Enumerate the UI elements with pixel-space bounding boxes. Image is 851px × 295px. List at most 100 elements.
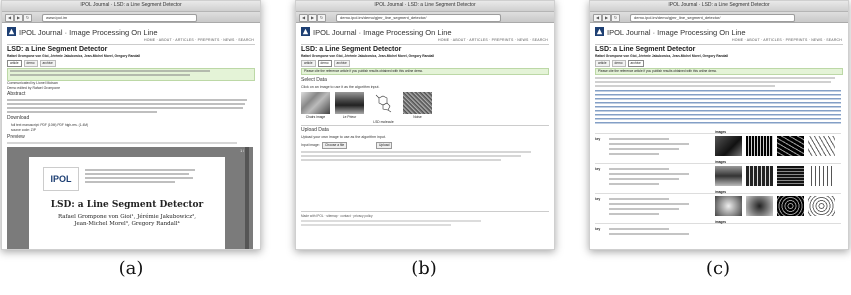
address-bar[interactable]: demo.ipol.im/demo/gjmr_line_segment_dete… <box>630 14 795 22</box>
abstract-line <box>7 107 243 109</box>
result-image[interactable] <box>808 196 835 216</box>
tab-demo[interactable]: demo <box>611 60 626 67</box>
address-bar[interactable]: demo.ipol.im/demo/gjmr_line_segment_dete… <box>336 14 501 22</box>
back-icon[interactable]: ◀ <box>299 14 308 22</box>
tab-article[interactable]: article <box>595 60 610 67</box>
thumb-lsd-molecule[interactable]: LSD molecule <box>369 92 398 124</box>
entry-line <box>609 178 679 180</box>
thumb-noise[interactable]: Noise <box>403 92 432 124</box>
archive-entry[interactable]: key images <box>595 220 841 249</box>
archive-info-line <box>595 85 775 87</box>
reload-icon[interactable]: ↻ <box>23 14 32 22</box>
address-bar[interactable]: www.ipol.im <box>42 14 197 22</box>
thumb-label: Le Prieur <box>342 115 357 119</box>
tab-demo[interactable]: demo <box>23 60 38 67</box>
result-image[interactable] <box>746 196 773 216</box>
footer-line <box>301 220 481 222</box>
footer: Made with IPOL · sitemap · contact · pri… <box>301 214 373 218</box>
input-image-label: Input image: <box>301 143 320 147</box>
page-content: IPOL Journal · Image Processing On Line … <box>590 23 848 249</box>
thumbnail-row: Chairs image Le Prieur LSD molecule Nois… <box>301 92 432 124</box>
window-title: IPOL Journal · LSD: a Line Segment Detec… <box>80 2 182 8</box>
pdf-title: LSD: a Line Segment Detector <box>50 200 204 210</box>
pdf-header-line <box>85 177 193 179</box>
result-image[interactable] <box>777 196 804 216</box>
result-image[interactable] <box>746 166 773 186</box>
entry-line <box>609 213 659 215</box>
entry-line <box>609 233 689 235</box>
thumb-label: Chairs image <box>305 115 326 119</box>
download-item-code[interactable]: source code: ZIP <box>11 128 36 132</box>
result-image[interactable] <box>715 196 742 216</box>
thumb-image[interactable] <box>403 92 432 114</box>
pdf-header-line <box>85 173 189 175</box>
forward-icon[interactable]: ▶ <box>308 14 317 22</box>
site-name: IPOL Journal · Image Processing On Line <box>313 28 452 37</box>
result-image[interactable] <box>715 166 742 186</box>
pdf-viewer[interactable]: 1 / 16 IPOL LSD: a Line Segment Detector… <box>7 147 253 249</box>
thumb-le-prieur[interactable]: Le Prieur <box>335 92 364 124</box>
pdf-authors-2: Jean-Michel Morel³, Gregory Randall⁴ <box>74 221 180 227</box>
tab-archive[interactable]: archive <box>333 60 350 67</box>
divider <box>301 211 549 212</box>
upload-info-line <box>301 159 501 161</box>
entry-key: key <box>595 197 601 201</box>
entry-line <box>609 183 659 185</box>
reload-icon[interactable]: ↻ <box>611 14 620 22</box>
pdf-scrollbar[interactable] <box>245 147 249 249</box>
thumb-image[interactable] <box>335 92 364 114</box>
thumb-image[interactable] <box>369 92 398 114</box>
result-image[interactable] <box>808 166 835 186</box>
tab-article[interactable]: article <box>7 60 22 67</box>
entry-line <box>609 173 689 175</box>
divider <box>301 44 549 45</box>
abstract-line <box>7 111 157 113</box>
entry-line <box>609 153 659 155</box>
upload-data-hint: Upload your own image to use as the algo… <box>301 135 386 139</box>
upload-button[interactable]: Upload <box>376 142 393 149</box>
result-image[interactable] <box>715 136 742 156</box>
archive-page-links[interactable] <box>595 90 841 126</box>
abstract-line <box>7 99 247 101</box>
browser-window-demo: IPOL Journal · LSD: a Line Segment Detec… <box>295 0 555 250</box>
site-name: IPOL Journal · Image Processing On Line <box>607 28 746 37</box>
result-image[interactable] <box>808 136 835 156</box>
tab-archive[interactable]: archive <box>627 60 644 67</box>
entry-line <box>609 143 689 145</box>
entry-line <box>609 148 679 150</box>
back-icon[interactable]: ◀ <box>593 14 602 22</box>
result-image[interactable] <box>746 136 773 156</box>
tab-demo[interactable]: demo <box>317 60 332 67</box>
forward-icon[interactable]: ▶ <box>14 14 23 22</box>
forward-icon[interactable]: ▶ <box>602 14 611 22</box>
caption-a: (a) <box>118 258 144 279</box>
archive-entry[interactable]: key images <box>595 160 841 192</box>
page-content: IPOL Journal · Image Processing On Line … <box>2 23 260 249</box>
reload-icon[interactable]: ↻ <box>317 14 326 22</box>
window-title: IPOL Journal · LSD: a Line Segment Detec… <box>374 2 476 8</box>
top-nav[interactable]: HOME · ABOUT · ARTICLES · PREPRINTS · NE… <box>438 38 548 42</box>
edited-by: Demo edited by Rafael Grompone <box>7 86 61 90</box>
thumb-chairs[interactable]: Chairs image <box>301 92 330 124</box>
top-nav[interactable]: HOME · ABOUT · ARTICLES · PREPRINTS · NE… <box>732 38 842 42</box>
communicated-by: Communicated by Lionel Moisan <box>7 81 58 85</box>
result-image[interactable] <box>777 166 804 186</box>
archive-entry[interactable]: key images <box>595 130 841 162</box>
result-image[interactable] <box>777 136 804 156</box>
archive-entry[interactable]: key images <box>595 190 841 222</box>
choose-file-button[interactable]: Choose a file <box>322 142 348 149</box>
toolbar: ◀ ▶ ↻ www.ipol.im <box>2 12 260 23</box>
tab-article[interactable]: article <box>301 60 316 67</box>
tab-archive[interactable]: archive <box>39 60 56 67</box>
authors: Rafael Grompone von Gioi, Jérémie Jakubo… <box>301 54 435 58</box>
page-title: LSD: a Line Segment Detector <box>7 46 108 53</box>
upload-info-line <box>301 151 531 153</box>
back-icon[interactable]: ◀ <box>5 14 14 22</box>
toolbar: ◀ ▶ ↻ demo.ipol.im/demo/gjmr_line_segmen… <box>296 12 554 23</box>
download-item-pdf[interactable]: full text manuscript: PDF (10M) PDF high… <box>11 123 88 127</box>
top-nav[interactable]: HOME · ABOUT · ARTICLES · PREPRINTS · NE… <box>144 38 254 42</box>
panel-demo: IPOL Journal · LSD: a Line Segment Detec… <box>295 0 555 250</box>
thumb-image[interactable] <box>301 92 330 114</box>
site-name: IPOL Journal · Image Processing On Line <box>19 28 158 37</box>
notice-bar: Please cite the reference article if you… <box>595 68 843 75</box>
